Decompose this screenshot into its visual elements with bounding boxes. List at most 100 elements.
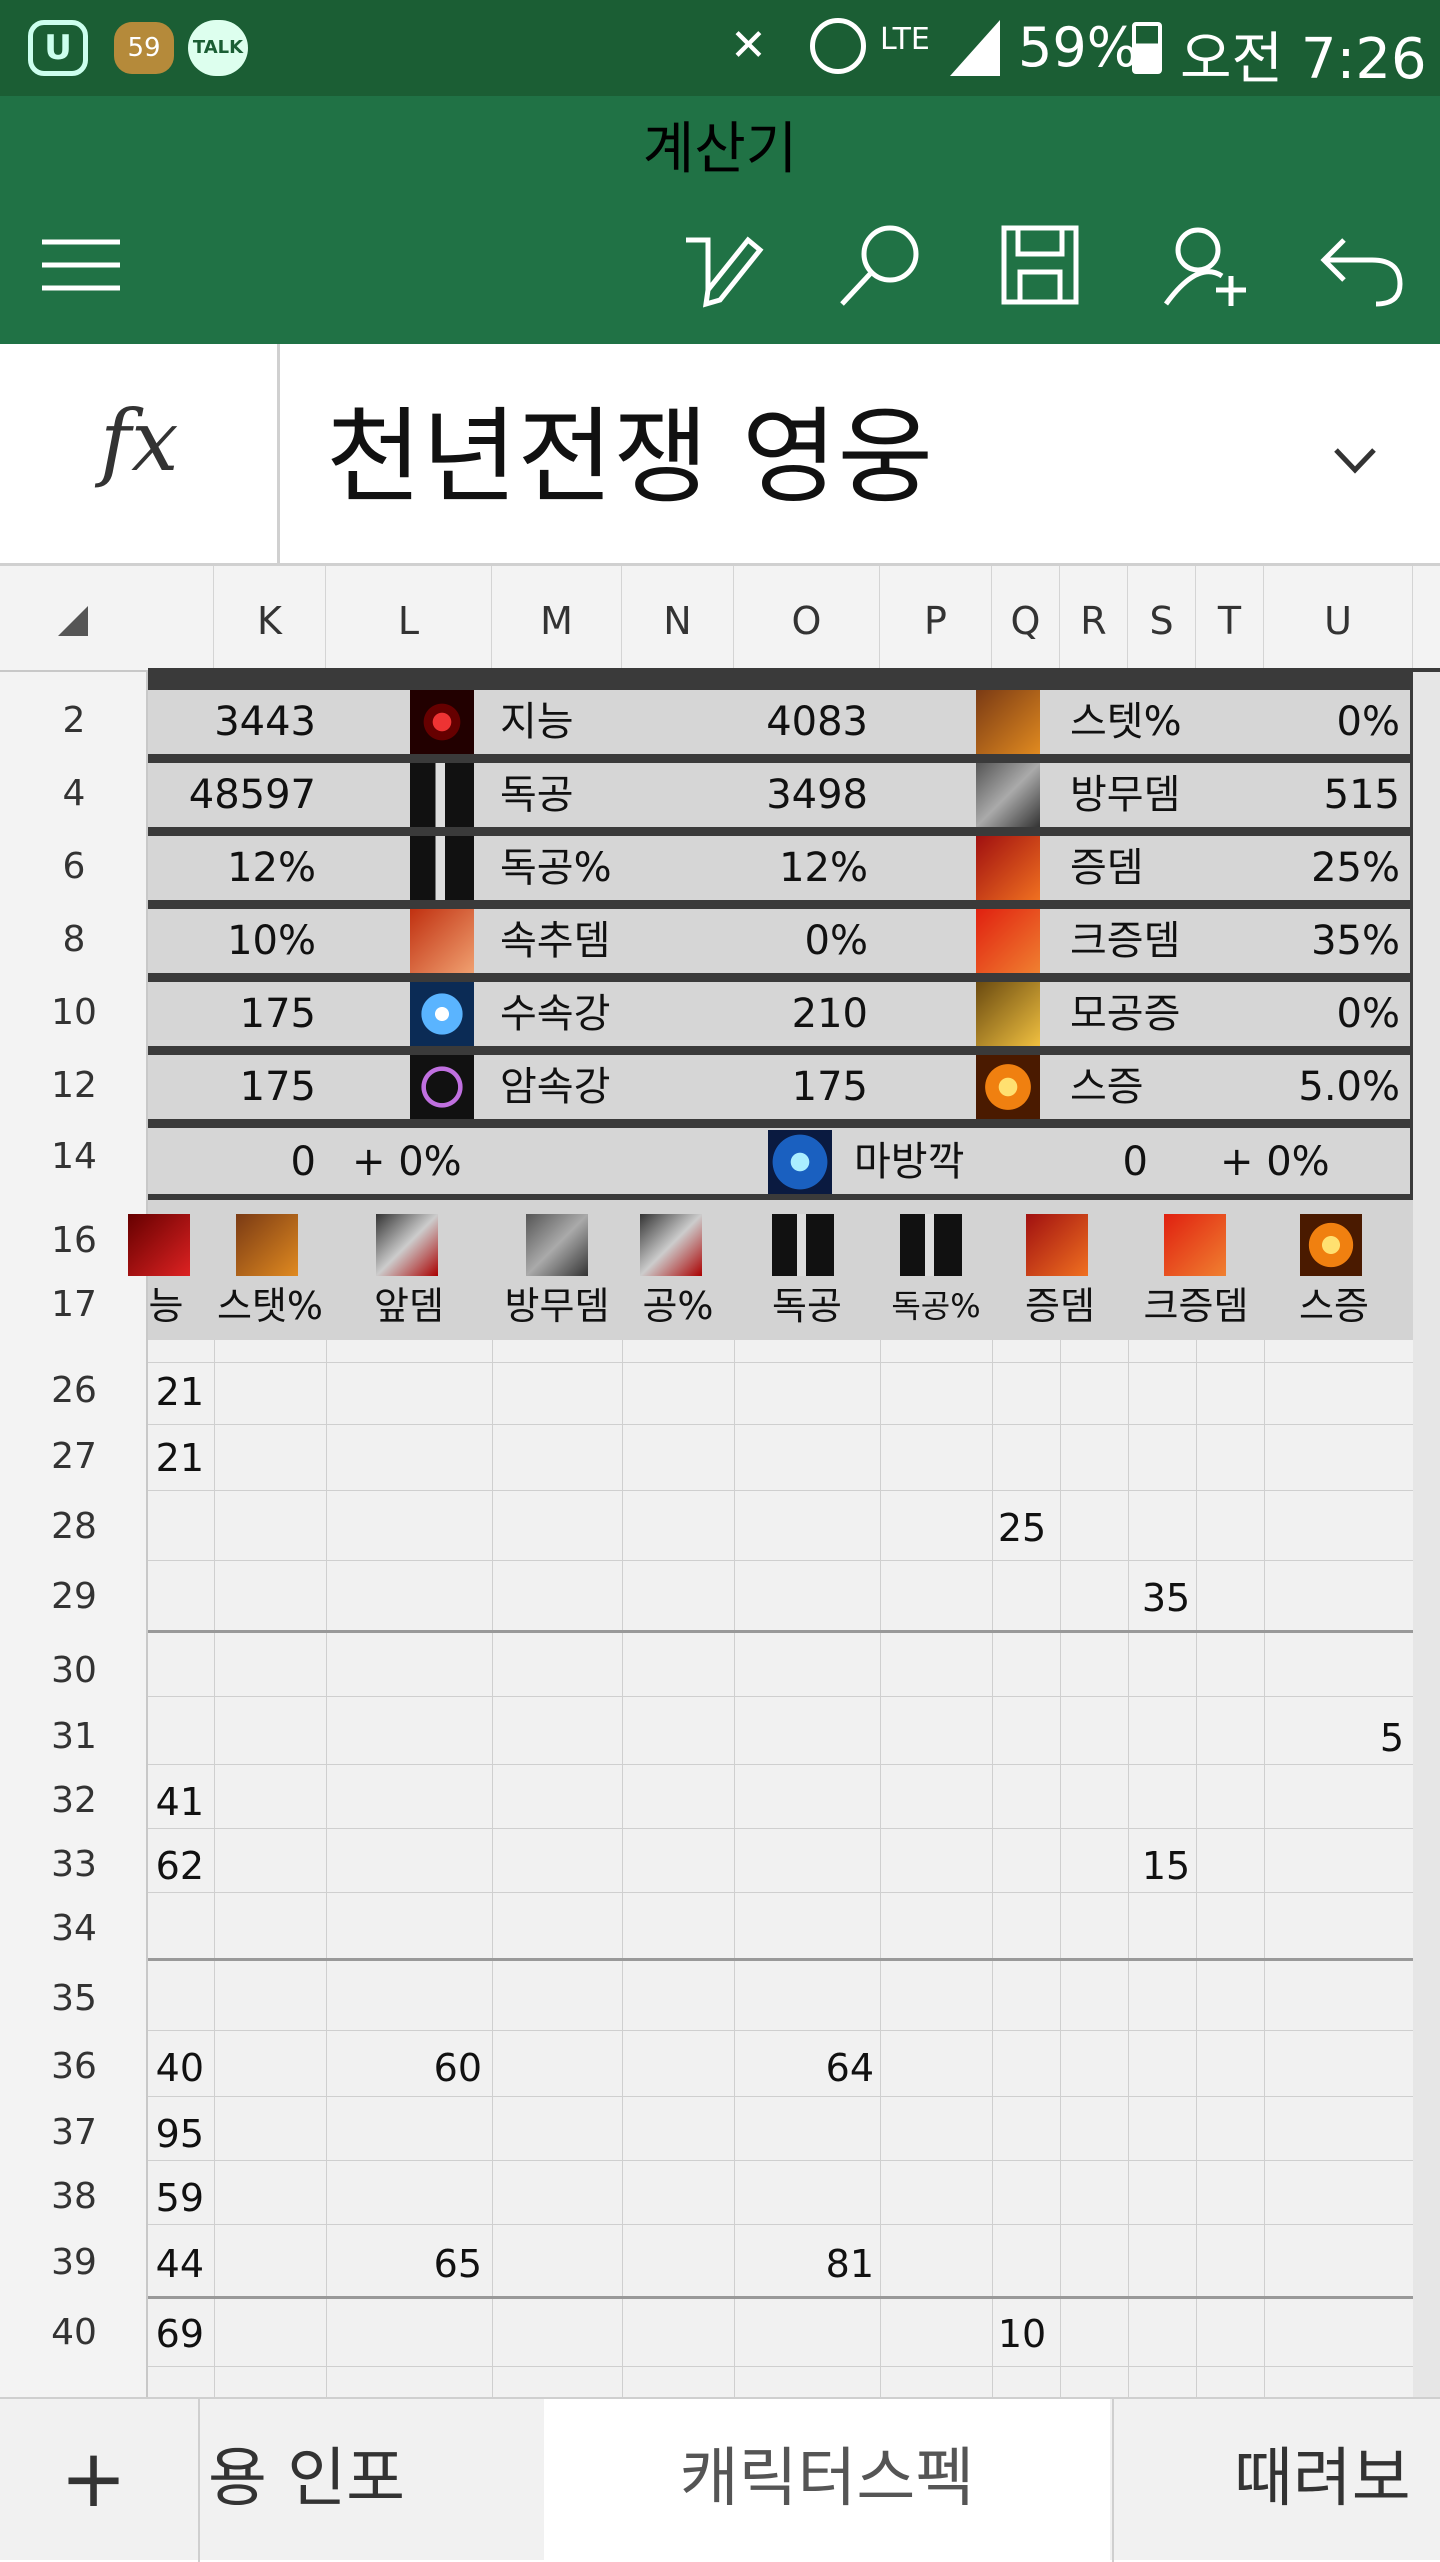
row-header[interactable]: 2 xyxy=(0,700,148,741)
cell-O36[interactable]: 64 xyxy=(734,2046,874,2090)
stat-value: 5.0% xyxy=(1298,1064,1400,1110)
stat-label: 독공 xyxy=(500,772,574,818)
sword-up-icon xyxy=(900,1214,962,1276)
menu-icon[interactable] xyxy=(38,220,128,310)
signal-icon xyxy=(950,20,1000,76)
row-header[interactable]: 40 xyxy=(0,2312,148,2353)
stat-value: 3498 xyxy=(766,772,868,818)
row-header[interactable]: 14 xyxy=(0,1136,148,1177)
cell-Q28[interactable]: 25 xyxy=(992,1506,1052,1550)
icon-label: 크증뎀 xyxy=(1143,1284,1249,1328)
cell-U31[interactable]: 5 xyxy=(1264,1716,1404,1760)
cell-K36[interactable]: 40 xyxy=(148,2046,204,2090)
column-header-M[interactable]: M xyxy=(492,566,622,672)
skill-burst-icon xyxy=(976,1055,1040,1119)
cell-Q40[interactable]: 10 xyxy=(992,2312,1052,2356)
cell-K40[interactable]: 69 xyxy=(148,2312,204,2356)
cell-K26[interactable]: 21 xyxy=(148,1370,204,1414)
icon-label: 앞뎀 xyxy=(374,1284,444,1328)
chevron-down-icon[interactable] xyxy=(1330,440,1380,480)
icon-label: 독공% xyxy=(891,1287,981,1325)
stat-value: 0 xyxy=(1122,1139,1148,1185)
row-header[interactable]: 35 xyxy=(0,1978,148,2019)
column-header-O[interactable]: O xyxy=(734,566,880,672)
row-header[interactable]: 30 xyxy=(0,1650,148,1691)
column-header-P[interactable]: P xyxy=(880,566,992,672)
sheet-grid[interactable] xyxy=(148,1340,1413,2397)
stat-label: 수속강 xyxy=(500,991,611,1037)
sheet-tab[interactable]: 용 인포 xyxy=(208,2399,405,2562)
talk-icon: TALK xyxy=(188,20,248,76)
stat-value: 515 xyxy=(1323,772,1400,818)
search-icon[interactable] xyxy=(836,220,926,310)
cell-S29[interactable]: 35 xyxy=(1128,1576,1204,1620)
column-header-T[interactable]: T xyxy=(1196,566,1264,672)
cell-O39[interactable]: 81 xyxy=(734,2242,874,2286)
icon-label: 방무뎀 xyxy=(504,1284,610,1328)
stat-value: 12% xyxy=(779,845,868,891)
row-header[interactable]: 39 xyxy=(0,2242,148,2283)
column-header-K[interactable]: K xyxy=(214,566,326,672)
row-header[interactable]: 12 xyxy=(0,1065,148,1106)
column-header-S[interactable]: S xyxy=(1128,566,1196,672)
icon-label: 스증 xyxy=(1299,1284,1369,1328)
cell-K37[interactable]: 95 xyxy=(148,2112,204,2156)
column-header-J[interactable] xyxy=(148,566,214,672)
cell-K27[interactable]: 21 xyxy=(148,1436,204,1480)
fx-button[interactable]: fx xyxy=(0,344,280,566)
row-header[interactable]: 38 xyxy=(0,2176,148,2217)
cell-L39[interactable]: 65 xyxy=(326,2242,482,2286)
column-header-L[interactable]: L xyxy=(326,566,492,672)
row-header[interactable]: 4 xyxy=(0,773,148,814)
hammer-icon xyxy=(976,763,1040,827)
cell-K39[interactable]: 44 xyxy=(148,2242,204,2286)
row-header[interactable]: 16 xyxy=(0,1220,148,1261)
stat-value: 35% xyxy=(1311,918,1400,964)
row-header[interactable]: 27 xyxy=(0,1436,148,1477)
save-icon[interactable] xyxy=(996,220,1086,310)
status-bar: U 59 TALK ✕ LTE 59% 오전 7:26 xyxy=(0,0,1440,96)
formula-content[interactable]: 천년전쟁 영웅 xyxy=(326,372,933,523)
column-header-U[interactable]: U xyxy=(1264,566,1413,672)
vertical-scrollbar[interactable] xyxy=(1413,672,1440,2397)
row-header[interactable]: 17 xyxy=(0,1284,148,1325)
stat-value: 0% xyxy=(804,918,868,964)
row-header[interactable]: 10 xyxy=(0,992,148,1033)
cell-K32[interactable]: 41 xyxy=(148,1780,204,1824)
alarm-icon xyxy=(810,18,866,74)
row-header[interactable]: 36 xyxy=(0,2046,148,2087)
row-header[interactable]: 31 xyxy=(0,1716,148,1757)
undo-icon[interactable] xyxy=(1316,220,1406,310)
row-header[interactable]: 8 xyxy=(0,919,148,960)
row-header[interactable]: 6 xyxy=(0,846,148,887)
sheet-tab-active[interactable]: 캐릭터스펙 xyxy=(544,2399,1110,2562)
sheet-tab[interactable]: 때려보 xyxy=(1112,2399,1440,2562)
wings-icon xyxy=(976,982,1040,1046)
add-sheet-button[interactable]: + xyxy=(60,2399,127,2562)
edit-text-icon[interactable] xyxy=(678,220,768,310)
row-header[interactable]: 28 xyxy=(0,1506,148,1547)
column-header-R[interactable]: R xyxy=(1060,566,1128,672)
crit-sword-icon xyxy=(1164,1214,1226,1276)
select-all-corner[interactable] xyxy=(58,606,88,636)
stat-bonus: + 0% xyxy=(352,1139,462,1185)
share-person-icon[interactable] xyxy=(1158,220,1248,310)
column-header-Q[interactable]: Q xyxy=(992,566,1060,672)
sword-up-icon xyxy=(410,836,474,900)
cell-K33[interactable]: 62 xyxy=(148,1844,204,1888)
row-header[interactable]: 33 xyxy=(0,1844,148,1885)
cell-L36[interactable]: 60 xyxy=(326,2046,482,2090)
cell-S33[interactable]: 15 xyxy=(1128,1844,1204,1888)
snowflake-icon xyxy=(410,982,474,1046)
row-header[interactable]: 32 xyxy=(0,1780,148,1821)
crit-sword-icon xyxy=(976,909,1040,973)
stat-label: 모공증 xyxy=(1070,991,1181,1037)
icon-label: 능 xyxy=(148,1284,184,1328)
row-header[interactable]: 37 xyxy=(0,2112,148,2153)
row-header[interactable]: 26 xyxy=(0,1370,148,1411)
row-header[interactable]: 34 xyxy=(0,1908,148,1949)
column-header-N[interactable]: N xyxy=(622,566,734,672)
cell-K38[interactable]: 59 xyxy=(148,2176,204,2220)
stat-value: 25% xyxy=(1311,845,1400,891)
row-header[interactable]: 29 xyxy=(0,1576,148,1617)
